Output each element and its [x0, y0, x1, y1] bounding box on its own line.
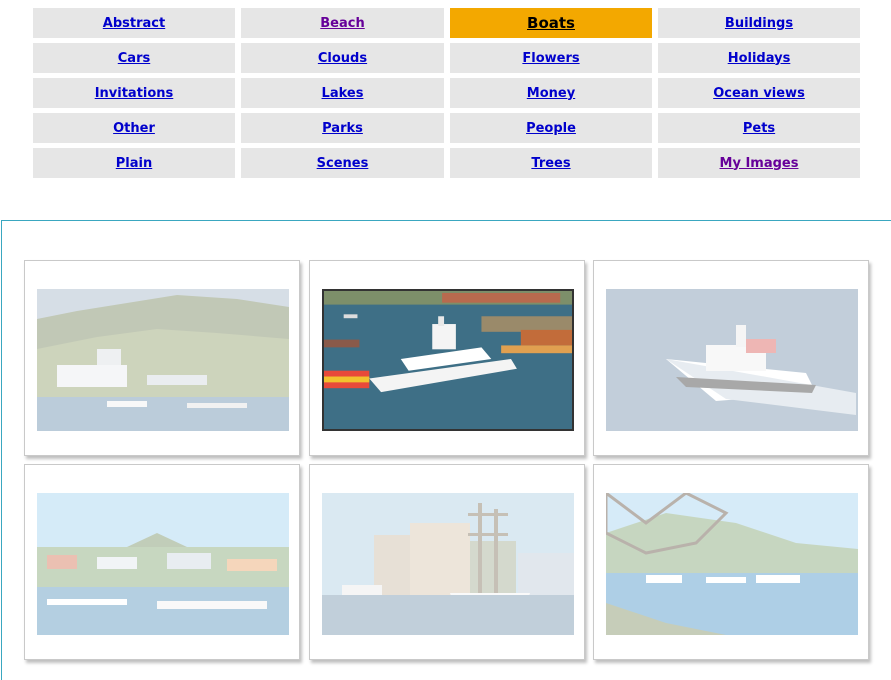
category-parks[interactable]: Parks: [241, 113, 444, 143]
thumbnail-island-marina[interactable]: [37, 493, 289, 635]
category-other[interactable]: Other: [33, 113, 235, 143]
thumbnail-hillside-harbor[interactable]: [37, 289, 289, 431]
category-clouds[interactable]: Clouds: [241, 43, 444, 73]
category-my-images[interactable]: My Images: [658, 148, 860, 178]
category-cars[interactable]: Cars: [33, 43, 235, 73]
category-flowers[interactable]: Flowers: [450, 43, 652, 73]
gallery-panel: [1, 220, 891, 680]
thumbnail-bay-through-trees[interactable]: [606, 493, 858, 635]
category-people[interactable]: People: [450, 113, 652, 143]
category-lakes[interactable]: Lakes: [241, 78, 444, 108]
category-trees[interactable]: Trees: [450, 148, 652, 178]
thumbnail-superyacht-dock[interactable]: [322, 289, 574, 431]
category-holidays[interactable]: Holidays: [658, 43, 860, 73]
gallery-card[interactable]: [24, 260, 300, 456]
category-money[interactable]: Money: [450, 78, 652, 108]
thumbnail-pilot-boat[interactable]: [606, 289, 858, 431]
gallery-card[interactable]: [309, 260, 585, 456]
category-beach[interactable]: Beach: [241, 8, 444, 38]
category-abstract[interactable]: Abstract: [33, 8, 235, 38]
category-invitations[interactable]: Invitations: [33, 78, 235, 108]
category-pets[interactable]: Pets: [658, 113, 860, 143]
gallery-card[interactable]: [593, 464, 869, 660]
gallery-card[interactable]: [593, 260, 869, 456]
category-plain[interactable]: Plain: [33, 148, 235, 178]
category-nav: Abstract Beach Boats Buildings Cars Clou…: [33, 8, 860, 178]
category-scenes[interactable]: Scenes: [241, 148, 444, 178]
thumbnail-tall-ship-hotel[interactable]: [322, 493, 574, 635]
category-boats[interactable]: Boats: [450, 8, 652, 38]
category-buildings[interactable]: Buildings: [658, 8, 860, 38]
category-ocean-views[interactable]: Ocean views: [658, 78, 860, 108]
gallery-card[interactable]: [24, 464, 300, 660]
gallery-card[interactable]: [309, 464, 585, 660]
